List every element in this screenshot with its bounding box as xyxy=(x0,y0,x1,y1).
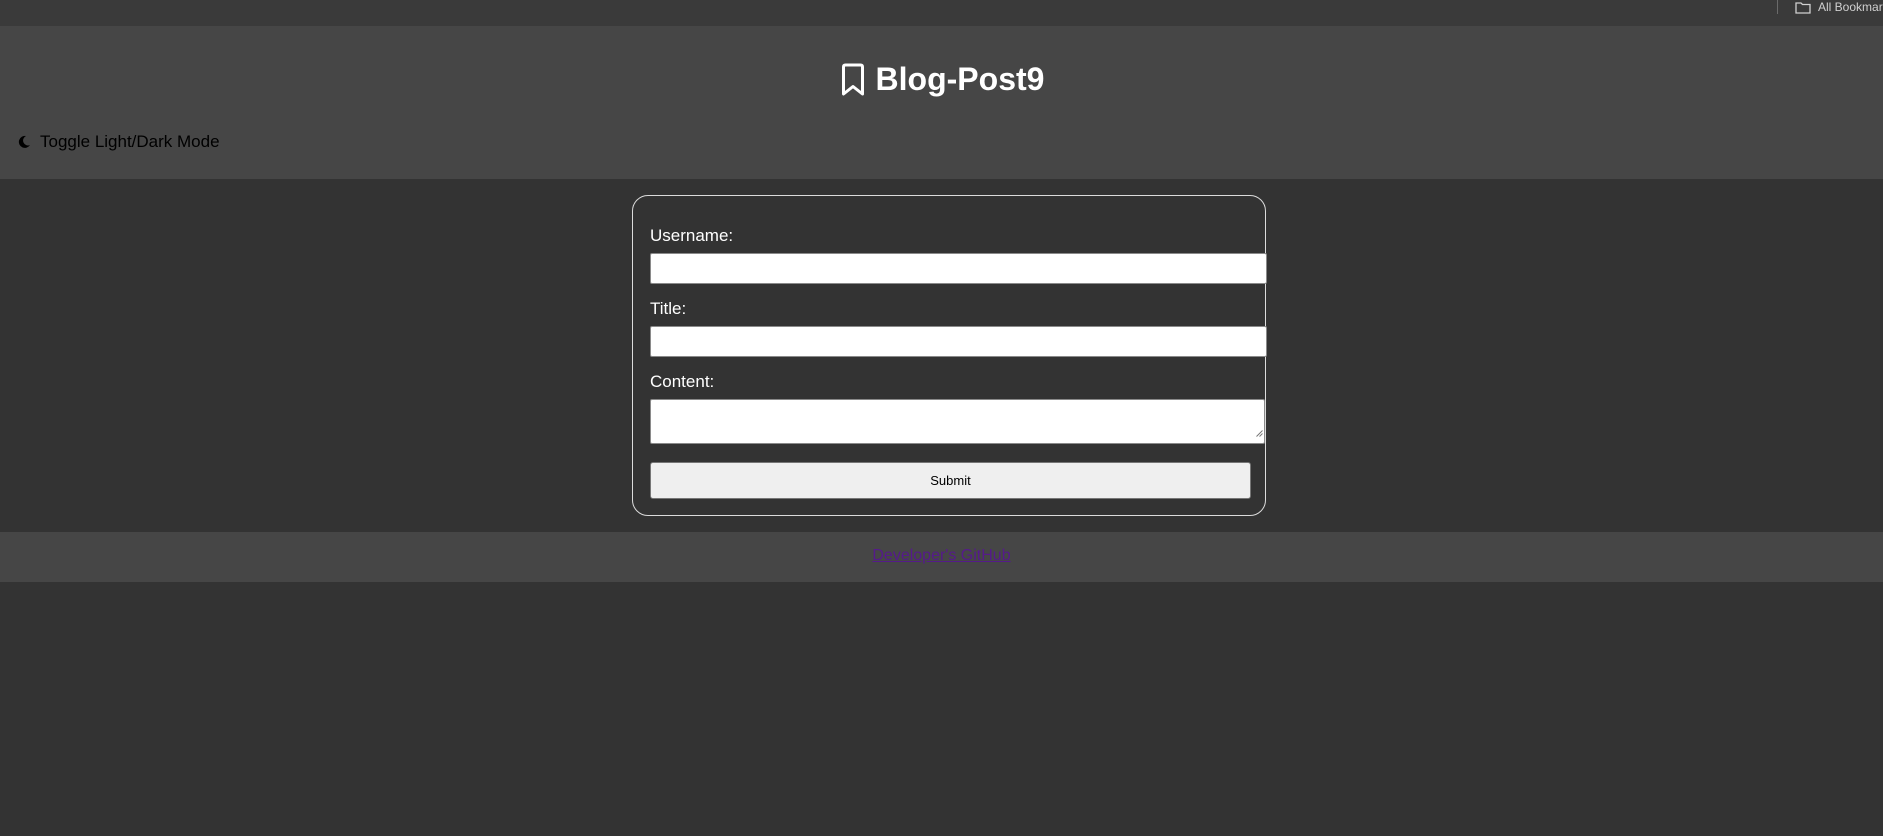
folder-icon xyxy=(1795,1,1811,14)
title-label: Title: xyxy=(650,299,687,318)
new-post-form: Username: Title: Content: Submit xyxy=(632,195,1267,516)
content-label: Content: xyxy=(650,372,715,391)
theme-toggle-button[interactable]: Toggle Light/Dark Mode xyxy=(17,132,220,152)
page-title-text: Blog-Post9 xyxy=(875,61,1045,97)
all-bookmarks-button[interactable]: All Bookmarks xyxy=(1795,0,1883,14)
username-label: Username: xyxy=(650,226,734,245)
bookmark-icon xyxy=(839,63,867,97)
title-input[interactable] xyxy=(650,326,1267,357)
bookmarks-bar: All Bookmarks xyxy=(0,0,1883,26)
bookmarks-divider xyxy=(1777,0,1778,14)
site-header: Blog-Post9 Toggle Light/Dark Mode xyxy=(0,26,1883,179)
theme-toggle-label: Toggle Light/Dark Mode xyxy=(40,132,220,151)
moon-icon xyxy=(17,135,31,149)
page-title: Blog-Post9 xyxy=(0,61,1883,98)
resize-grip-icon[interactable] xyxy=(1256,424,1263,442)
submit-button[interactable]: Submit xyxy=(650,462,1251,499)
all-bookmarks-label: All Bookmarks xyxy=(1818,0,1883,14)
username-input[interactable] xyxy=(650,253,1267,284)
developer-github-link[interactable]: Developer's GitHub xyxy=(872,547,1010,564)
footer-link-wrapper: Developer's GitHub xyxy=(0,547,1883,565)
content-textarea[interactable] xyxy=(650,399,1265,444)
site-footer: Developer's GitHub xyxy=(0,532,1883,582)
